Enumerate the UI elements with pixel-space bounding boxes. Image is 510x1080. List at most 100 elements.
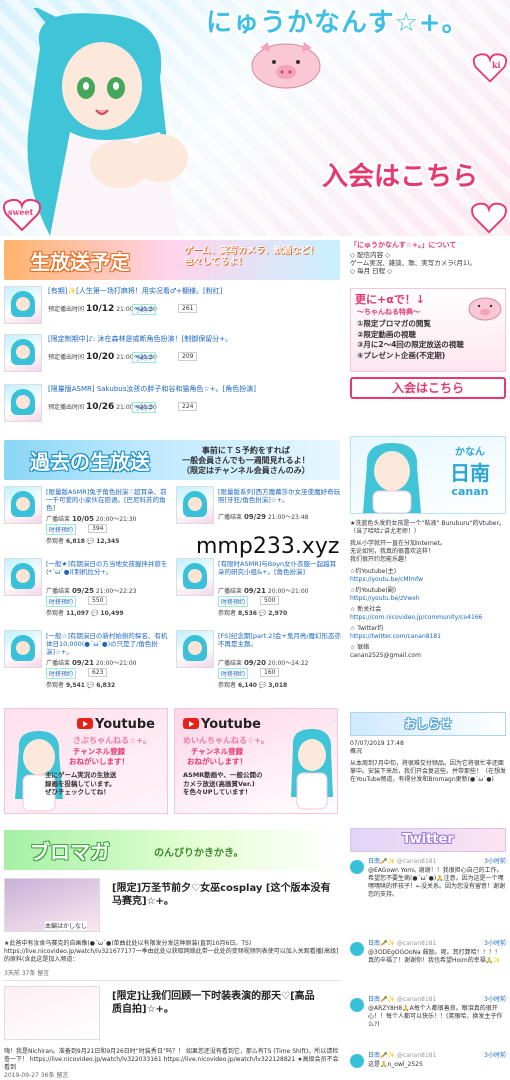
avatar[interactable] <box>350 860 364 874</box>
article-thumbnail[interactable]: 本編はかしなし <box>4 878 100 932</box>
article-thumbnail[interactable] <box>4 986 100 1040</box>
live-item[interactable]: [有期]✨[人生第一场打麻将！用实况看♂+棚様。[粉红] 预定播出时间 10/1… <box>4 286 340 330</box>
past-title[interactable]: [一般★]有期演日の方当地女孩握拌并旅を(*´ω`●)[制机拉分+。 <box>46 560 170 584</box>
views-label: 参观者 <box>218 610 237 617</box>
timeshift-button[interactable]: 时移预约 <box>218 668 249 679</box>
past-item[interactable]: [一般★]有期演日の方当地女孩握拌并旅を(*´ω`●)[制机拉分+。 广播结束 … <box>4 558 174 628</box>
past-thumbnail[interactable] <box>4 630 42 668</box>
desc-line: を色々UPしています！ <box>183 788 252 796</box>
tweet-name[interactable]: 日南🥕✨ <box>368 858 395 865</box>
tweet-handle[interactable]: @canan8181 <box>397 940 437 947</box>
views-label: 参观者 <box>46 538 65 545</box>
article-title-line[interactable]: [限定]万圣节前夕♡女巫cosplay [这个版本没有 <box>112 882 330 895</box>
live-thumbnail[interactable] <box>4 286 42 324</box>
past-date: 广播结束 09/29 21:00～23:48 <box>218 512 309 521</box>
past-date: 广播结束 09/21 20:00～21:00 <box>218 586 309 595</box>
past-thumbnail[interactable] <box>176 630 214 668</box>
article-title-line[interactable]: 马赛克]☆+。 <box>112 895 330 908</box>
tweet[interactable]: 日南🥕✨ @canan8181 3小时前 这是🙏n_owl_2525 <box>350 1052 506 1078</box>
views-label: 参观者 <box>218 682 237 689</box>
tweet-time[interactable]: 3小时前 <box>484 1052 506 1060</box>
past-title[interactable]: [限量版系列]西方魔幕莎尔女巫使魔好奇玩照[牙狂/角色扮演]☆+。 <box>218 488 342 512</box>
reserve-button[interactable]: 予約中 <box>132 402 157 413</box>
past-title[interactable]: [FS]纪念期[part.2]会+鬼月亮/魔幻形态亦不再是主题。 <box>218 632 342 656</box>
past-title[interactable]: [有限时ASMR]与Boyn女仆衣服一起越耳朵的研究小组&+。[角色扮演] <box>218 560 342 584</box>
pig-icon <box>468 297 502 321</box>
tweet-handle[interactable]: @canan8181 <box>397 858 437 865</box>
avatar[interactable] <box>350 998 364 1012</box>
tweet-author[interactable]: 日南🥕✨ @canan8181 <box>368 940 436 948</box>
live-item[interactable]: [限定制期中]♪: 沐在森林是或断角色扮演！[制御保留分+。 预定播出时间 10… <box>4 334 340 378</box>
tweet-handle[interactable]: @canan8181 <box>397 1052 437 1059</box>
youtube-logo: Youtube <box>77 717 155 732</box>
timeshift-button[interactable]: 时移预约 <box>46 524 77 535</box>
desc-line: カメラ放送(高画質Ver.) <box>183 779 255 788</box>
about-line: ゲーム実況、雑談、歌、実写カメラ(月1)。 <box>350 259 477 267</box>
past-thumbnail[interactable] <box>4 486 42 524</box>
past-title[interactable]: [一般☆]有期演日の新村始俯的探名、有机体日10,000(●´ω`●)の只是了/… <box>46 632 170 656</box>
youtube-sub-channel-banner[interactable]: Youtube さぶちゃんねる☆+。 チャンネル登録 おねがいします！ 主にゲーム… <box>4 708 168 814</box>
tweet-time[interactable]: 3小时前 <box>484 996 506 1004</box>
past-lives-banner: 過去の生放送 事前にＴＳ予約をすれば 一般会員さんでも一週間見れるよ！ （限定は… <box>4 440 340 480</box>
timeshift-button[interactable]: 时移预约 <box>46 668 77 679</box>
live-title[interactable]: [有期]✨[人生第一场打麻将！用实况看♂+棚様。[粉红] <box>48 286 338 296</box>
reserve-count: 261 <box>178 304 198 313</box>
tweet-name[interactable]: 日南🥕✨ <box>368 996 395 1003</box>
tweet-handle[interactable]: @canan8181 <box>397 996 437 1003</box>
tweet-time[interactable]: 3小时前 <box>484 940 506 948</box>
benefits-subtitle: ～ちゃんねる特典～ <box>357 308 420 316</box>
tweet[interactable]: 日南🥕✨ @canan8181 3小时前 @3ODEgOGOoNa 鼓励。呢。耳… <box>350 940 506 984</box>
past-thumbnail[interactable] <box>176 558 214 596</box>
join-button[interactable]: 入会はこちら <box>350 377 506 399</box>
views-count: 9,541 <box>65 682 85 689</box>
comments-count: 3,018 <box>268 682 288 689</box>
past-item[interactable]: [限量版ASMR]兔子角色扮演♡超耳朵、前一千可爱的小家伙在陪语。[巴尼科苏的角… <box>4 486 174 556</box>
past-item[interactable]: [FS]纪念期[part.2]会+鬼月亮/魔幻形态亦不再是主题。 广播结束 09… <box>176 630 346 700</box>
article-title-line[interactable]: 质自拍]☆+。 <box>112 1003 315 1016</box>
hero-banner[interactable]: sweet ki にゅうかなんす☆+。 入会はこちら <box>0 0 510 236</box>
twitter-link[interactable]: https://twitter.com/canan8181 <box>350 633 506 641</box>
profile-name-en: canan <box>451 485 489 498</box>
past-date-label: 广播结束 <box>46 588 71 595</box>
live-thumbnail[interactable] <box>4 334 42 372</box>
live-date-value: 10/12 <box>85 304 115 314</box>
views-label: 参观者 <box>46 610 65 617</box>
tweet-text: 这是🙏n_owl_2525 <box>368 1061 423 1068</box>
past-title[interactable]: [限量版ASMR]兔子角色扮演♡超耳朵、前一千可爱的小家伙在陪语。[巴尼科苏的角… <box>46 488 170 512</box>
past-item[interactable]: [一般☆]有期演日の新村始俯的探名、有机体日10,000(●´ω`●)の只是了/… <box>4 630 174 700</box>
past-stats: 参观者 6,818 💬 12,345 <box>46 538 120 545</box>
reserve-button[interactable]: 予約中 <box>132 304 157 315</box>
past-thumbnail[interactable] <box>4 558 42 596</box>
youtube-main-link[interactable]: https://youtu.be/cMlmfw <box>350 576 506 584</box>
tweet-name[interactable]: 日南🥕✨ <box>368 1052 395 1059</box>
timeshift-button[interactable]: 时移预约 <box>218 596 249 607</box>
tweet-author[interactable]: 日南🥕✨ @canan8181 <box>368 1052 436 1060</box>
community-link[interactable]: https://com.nicovideo.jp/community/co416… <box>350 614 506 622</box>
past-thumbnail[interactable] <box>176 486 214 524</box>
article-title[interactable]: [限定]让我们回顾一下时装表演的那天♡[高品 质自拍]☆+。 <box>112 990 315 1016</box>
live-thumbnail[interactable] <box>4 384 42 422</box>
live-item[interactable]: [限量版ASMR] Sakubus汝孩の胖子和谷和猫角色☆+。[角色扮演] 预定… <box>4 384 340 428</box>
about-line: ◇ 配信内容 ◇ <box>350 251 391 259</box>
tweet-time[interactable]: 3小时前 <box>484 858 506 866</box>
tweet-author[interactable]: 日南🥕✨ @canan8181 <box>368 996 436 1004</box>
hero-join-button[interactable]: 入会はこちら <box>322 156 478 193</box>
live-title[interactable]: [限定制期中]♪: 沐在森林是或断角色扮演！[制御保留分+。 <box>48 334 338 344</box>
tweet[interactable]: 日南🥕✨ @canan8181 3小时前 @EAGown Yomi, 谢谢！！我… <box>350 858 506 918</box>
article-title[interactable]: [限定]万圣节前夕♡女巫cosplay [这个版本没有 马赛克]☆+。 <box>112 882 330 908</box>
tweet[interactable]: 日南🥕✨ @canan8181 3小时前 @ARZY8H8🙏A每个人都很善良。眼… <box>350 996 506 1036</box>
desc-line: ぜひチェックしてね！ <box>45 788 110 796</box>
avatar[interactable] <box>350 1054 364 1068</box>
contact-email: canan2525@gmail.com <box>350 652 421 659</box>
timeshift-button[interactable]: 时移预约 <box>46 596 77 607</box>
avatar[interactable] <box>350 942 364 956</box>
article-title-line[interactable]: [限定]让我们回顾一下时装表演的那天♡[高品 <box>112 990 315 1003</box>
youtube-sub-link[interactable]: https://youtu.be/zVwxh <box>350 595 506 603</box>
tweet-author[interactable]: 日南🥕✨ @canan8181 <box>368 858 436 866</box>
live-title[interactable]: [限量版ASMR] Sakubus汝孩の胖子和谷和猫角色☆+。[角色扮演] <box>48 384 338 394</box>
reserve-button[interactable]: 予約中 <box>132 352 157 363</box>
please-label: おねがいします！ <box>187 757 247 766</box>
tweet-name[interactable]: 日南🥕✨ <box>368 940 395 947</box>
past-item[interactable]: [有限时ASMR]与Boyn女仆衣服一起越耳朵的研究小组&+。[角色扮演] 广播… <box>176 558 346 628</box>
youtube-main-channel-banner[interactable]: Youtube めいんちゃんねる☆+。 チャンネル登録 おねがいします！ ASMR… <box>174 708 338 814</box>
